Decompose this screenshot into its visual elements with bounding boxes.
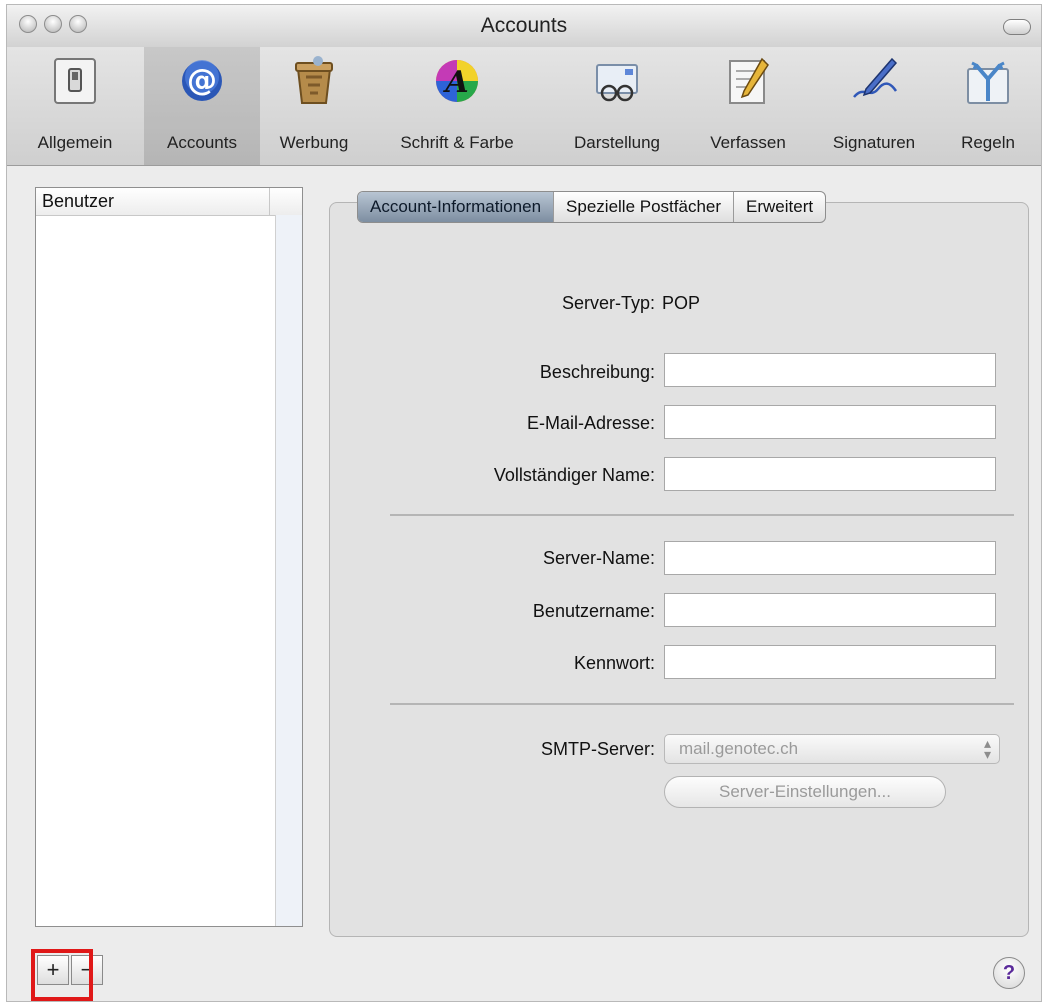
tab-spezielle-postfaecher[interactable]: Spezielle Postfächer <box>553 192 733 222</box>
title-bar: Accounts <box>7 5 1041 47</box>
accounts-list[interactable]: Benutzer <box>35 187 303 927</box>
server-name-field[interactable] <box>664 541 996 575</box>
pen-icon <box>853 57 898 98</box>
tab-erweitert[interactable]: Erweitert <box>733 192 825 222</box>
at-sign-icon: @ <box>182 60 222 101</box>
password-field[interactable] <box>664 645 996 679</box>
toolbar-item-label: Darstellung <box>574 133 660 152</box>
preferences-window: Accounts Allgemein @ Accounts Werbung A … <box>6 4 1042 1002</box>
password-label: Kennwort: <box>573 653 655 673</box>
username-label: Benutzername: <box>532 601 655 621</box>
preferences-toolbar: Allgemein @ Accounts Werbung A Schrift &… <box>7 47 1041 166</box>
add-button-highlight <box>31 949 93 1001</box>
pencil-paper-icon <box>729 57 769 104</box>
trash-can-icon <box>295 56 333 104</box>
fullname-label: Vollständiger Name: <box>493 465 655 485</box>
email-field[interactable] <box>664 405 996 439</box>
toolbar-item-label: Verfassen <box>710 133 786 152</box>
rules-arrows-icon <box>967 61 1009 104</box>
toolbar-item-darstellung[interactable]: Darstellung <box>547 47 687 165</box>
accounts-list-header-label: Benutzer <box>42 191 115 211</box>
window-title: Accounts <box>480 14 568 37</box>
toolbar-item-schrift-farbe[interactable]: A Schrift & Farbe <box>369 47 545 165</box>
toolbar-item-label: Schrift & Farbe <box>400 133 514 152</box>
account-tabs: Account-Informationen Spezielle Postfäch… <box>357 191 827 223</box>
toolbar-item-werbung[interactable]: Werbung <box>262 47 366 165</box>
toolbar-item-label: Werbung <box>279 133 349 152</box>
accounts-list-scrollbar[interactable] <box>275 215 302 926</box>
fullname-field[interactable] <box>664 457 996 491</box>
smtp-server-select[interactable]: mail.genotec.ch ▴ ▾ <box>664 734 1000 764</box>
username-field[interactable] <box>664 593 996 627</box>
toolbar-item-accounts[interactable]: @ Accounts <box>144 47 260 165</box>
toolbar-item-signaturen[interactable]: Signaturen <box>810 47 938 165</box>
smtp-server-label: SMTP-Server: <box>540 739 655 759</box>
toolbar-item-regeln[interactable]: Regeln <box>940 47 1036 165</box>
toolbar-item-label: Regeln <box>961 133 1015 152</box>
server-settings-button[interactable]: Server-Einstellungen... <box>664 776 946 808</box>
tab-account-informationen[interactable]: Account-Informationen <box>358 192 554 222</box>
toolbar-item-verfassen[interactable]: Verfassen <box>690 47 806 165</box>
email-label: E-Mail-Adresse: <box>526 413 655 433</box>
separator <box>390 703 1014 705</box>
smtp-server-value: mail.genotec.ch <box>679 739 799 758</box>
column-divider <box>269 188 270 215</box>
toolbar-item-label: Signaturen <box>832 133 916 152</box>
svg-text:@: @ <box>187 63 217 98</box>
separator <box>390 514 1014 516</box>
switch-icon <box>54 58 96 104</box>
description-label: Beschreibung: <box>539 362 655 382</box>
toolbar-item-label: Accounts <box>167 133 237 152</box>
toolbar-item-label: Allgemein <box>37 133 113 152</box>
font-color-icon: A <box>436 60 478 102</box>
server-type-value: POP <box>662 293 701 313</box>
toolbar-toggle-button[interactable] <box>1003 19 1031 35</box>
help-button[interactable]: ? <box>993 957 1025 989</box>
svg-text:A: A <box>442 65 468 100</box>
server-name-label: Server-Name: <box>542 548 655 568</box>
description-field[interactable] <box>664 353 996 387</box>
accounts-list-header[interactable]: Benutzer <box>36 188 302 216</box>
updown-arrows-icon: ▴ ▾ <box>983 735 991 762</box>
glasses-icon <box>596 64 638 102</box>
server-type-label: Server-Typ: <box>561 293 655 313</box>
toolbar-item-allgemein[interactable]: Allgemein <box>7 47 143 165</box>
